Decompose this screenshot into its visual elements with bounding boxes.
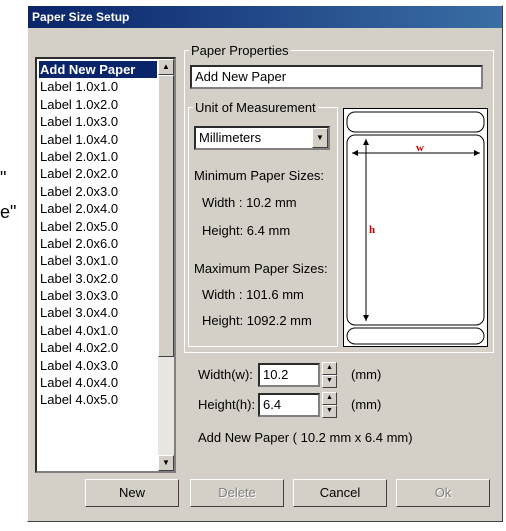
list-item[interactable]: Label 3.0x2.0: [39, 270, 157, 287]
list-item[interactable]: Label 4.0x3.0: [39, 357, 157, 374]
list-item[interactable]: Label 4.0x1.0: [39, 322, 157, 339]
list-item[interactable]: Label 2.0x4.0: [39, 200, 157, 217]
list-item[interactable]: Label 1.0x4.0: [39, 131, 157, 148]
cancel-button[interactable]: Cancel: [293, 479, 387, 507]
new-button[interactable]: New: [85, 479, 179, 507]
height-unit-label: (mm): [351, 397, 382, 412]
width-spinner[interactable]: ▲ ▼: [322, 362, 337, 388]
height-input[interactable]: 6.4: [258, 393, 320, 417]
list-item[interactable]: Label 4.0x2.0: [39, 339, 157, 356]
unit-select[interactable]: Millimeters ▼: [194, 126, 330, 150]
width-input[interactable]: 10.2: [258, 363, 320, 387]
height-arrow-down-icon: [363, 315, 369, 321]
paper-name-input[interactable]: Add New Paper: [190, 65, 483, 89]
spin-up-icon[interactable]: ▲: [322, 392, 337, 405]
unit-legend: Unit of Measurement: [195, 100, 316, 115]
height-mark-label: h: [369, 224, 375, 236]
list-item[interactable]: Label 2.0x1.0: [39, 148, 157, 165]
min-width-text: Width : 10.2 mm: [202, 195, 297, 210]
label-preview: w h: [343, 108, 488, 347]
background-quote-text: ": [0, 168, 7, 188]
list-item[interactable]: Label 3.0x3.0: [39, 287, 157, 304]
label-preview-drawing: w h: [346, 111, 485, 345]
spin-down-icon[interactable]: ▼: [322, 375, 337, 388]
list-item[interactable]: Label 4.0x4.0: [39, 374, 157, 391]
min-sizes-title: Minimum Paper Sizes:: [194, 168, 325, 183]
max-height-text: Height: 1092.2 mm: [202, 313, 312, 328]
list-item[interactable]: Add New Paper: [39, 61, 157, 79]
list-item[interactable]: Label 3.0x4.0: [39, 304, 157, 321]
width-arrow-left-icon: [352, 150, 358, 156]
list-item[interactable]: Label 4.0x5.0: [39, 391, 157, 408]
list-item[interactable]: Label 2.0x2.0: [39, 165, 157, 182]
max-width-text: Width : 101.6 mm: [202, 287, 304, 302]
paper-size-summary: Add New Paper ( 10.2 mm x 6.4 mm): [198, 430, 413, 445]
width-label: Width(w):: [198, 367, 253, 382]
scroll-thumb[interactable]: [158, 75, 174, 357]
height-spinner[interactable]: ▲ ▼: [322, 392, 337, 418]
height-label: Height(h):: [198, 397, 256, 412]
label-main-outline: [346, 134, 485, 326]
list-item[interactable]: Label 1.0x3.0: [39, 113, 157, 130]
chevron-down-icon[interactable]: ▼: [312, 128, 328, 148]
label-top-outline: [346, 111, 485, 133]
spin-down-icon[interactable]: ▼: [322, 405, 337, 418]
max-sizes-title: Maximum Paper Sizes:: [194, 261, 328, 276]
list-item[interactable]: Label 2.0x3.0: [39, 183, 157, 200]
list-item[interactable]: Label 1.0x1.0: [39, 78, 157, 95]
list-item[interactable]: Label 1.0x2.0: [39, 96, 157, 113]
min-height-text: Height: 6.4 mm: [202, 223, 291, 238]
delete-button[interactable]: Delete: [190, 479, 284, 507]
list-item[interactable]: Label 3.0x1.0: [39, 252, 157, 269]
height-arrow-up-icon: [363, 139, 369, 145]
list-item[interactable]: Label 2.0x6.0: [39, 235, 157, 252]
paper-size-setup-dialog: Paper Size Setup Add New Paper Label 1.0x…: [27, 5, 503, 522]
scroll-up-icon[interactable]: ▲: [158, 59, 174, 75]
width-unit-label: (mm): [351, 367, 382, 382]
scroll-down-icon[interactable]: ▼: [158, 455, 174, 471]
paper-listbox[interactable]: Add New Paper Label 1.0x1.0 Label 1.0x2.0 L…: [35, 57, 176, 473]
ok-button[interactable]: Ok: [396, 479, 490, 507]
list-scrollbar[interactable]: ▲ ▼: [158, 59, 174, 471]
width-arrow-right-icon: [474, 150, 480, 156]
label-bottom-outline: [346, 327, 485, 345]
spin-up-icon[interactable]: ▲: [322, 362, 337, 375]
paper-properties-legend: Paper Properties: [191, 43, 289, 58]
paper-list-items: Add New Paper Label 1.0x1.0 Label 1.0x2.0 L…: [39, 61, 157, 409]
list-item[interactable]: Label 2.0x5.0: [39, 218, 157, 235]
background-quote-text-2: e": [0, 202, 17, 222]
unit-select-value: Millimeters: [199, 130, 262, 145]
width-mark-label: w: [416, 142, 424, 154]
title-bar: Paper Size Setup: [28, 6, 502, 28]
